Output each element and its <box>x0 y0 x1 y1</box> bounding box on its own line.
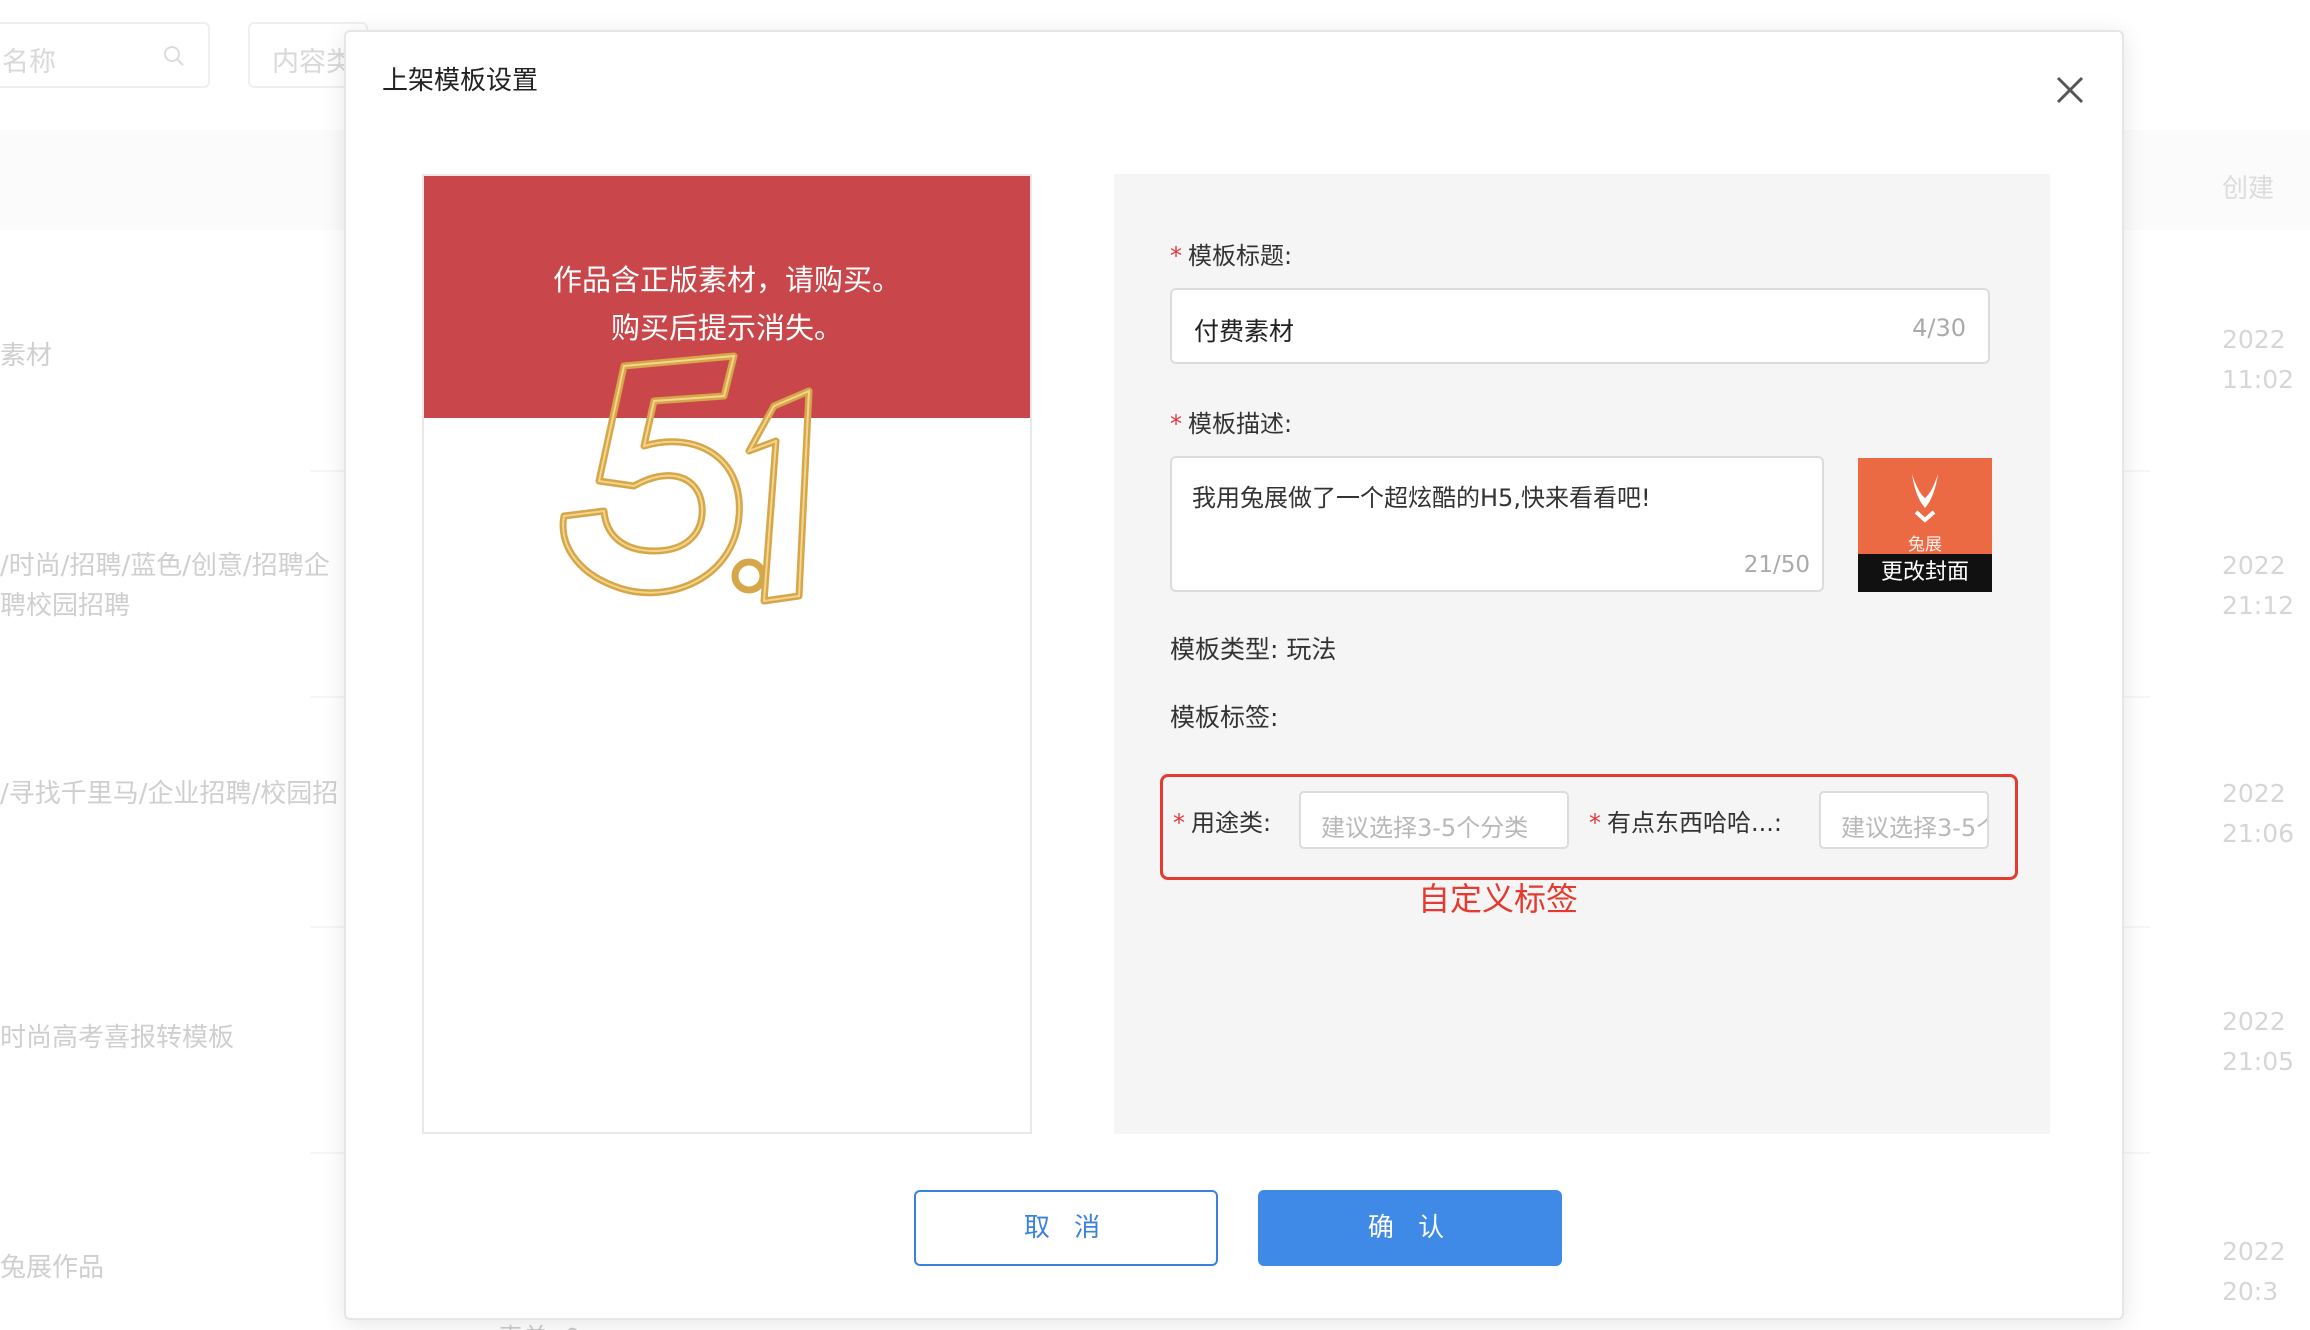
title-label: * 模板标题: <box>1170 236 1292 271</box>
template-preview: 作品含正版素材，请购买。 购买后提示消失。 <box>422 174 1032 1134</box>
tag-custom-select[interactable]: 建议选择3-5个分类 <box>1819 791 1989 849</box>
change-cover-label: 更改封面 <box>1858 554 1992 592</box>
description-value: 我用兔展做了一个超炫酷的H5,快来看看吧! <box>1192 484 1651 512</box>
bg-row-name: 兔展作品 <box>0 1253 105 1283</box>
close-button[interactable] <box>2046 66 2094 114</box>
notice-line-1: 作品含正版素材，请购买。 <box>552 263 901 297</box>
bg-row-time: 2022 20:3 <box>2222 1237 2286 1306</box>
required-mark: * <box>1170 410 1182 438</box>
copyright-notice-text: 作品含正版素材，请购买。 购买后提示消失。 <box>424 256 1030 352</box>
description-label-text: 模板描述: <box>1188 410 1293 438</box>
dialog-title: 上架模板设置 <box>382 66 539 96</box>
notice-line-2: 购买后提示消失。 <box>610 311 843 345</box>
type-value: 玩法 <box>1286 635 1337 664</box>
bg-row-time: 2022 21:05 <box>2222 1007 2295 1076</box>
custom-tags-caption: 自定义标签 <box>1418 880 1579 918</box>
search-icon <box>164 46 184 66</box>
bg-row-name: /寻找千里马/企业招聘/校园招 <box>0 779 339 809</box>
tag-usage-label-text: 用途类: <box>1191 809 1272 837</box>
bg-search-input: 名称 <box>0 22 210 88</box>
tag-usage-placeholder: 建议选择3-5个分类 <box>1321 814 1529 842</box>
description-label: * 模板描述: <box>1170 404 1292 439</box>
type-label: 模板类型: <box>1170 635 1279 664</box>
tag-custom-label: * 有点东西哈哈...: <box>1589 803 1782 838</box>
bg-row-time: 2022 21:06 <box>2222 779 2295 848</box>
custom-tags-highlight: *用途类: 建议选择3-5个分类 *有点东西哈哈...: 建议选择3-5个分类 <box>1160 774 2018 880</box>
required-mark: * <box>1170 242 1182 270</box>
publish-template-dialog: 上架模板设置 作品含正版素材，请购买。 购买后提示消失。 * 模板标题: 付费素… <box>344 30 2124 1320</box>
template-title-input[interactable]: 付费素材 4/30 <box>1170 288 1990 364</box>
tag-custom-label-text: 有点东西哈哈...: <box>1607 809 1782 837</box>
title-char-count: 4/30 <box>1912 314 1966 342</box>
required-mark: * <box>1589 809 1601 837</box>
close-icon <box>2056 76 2084 104</box>
template-settings-form: * 模板标题: 付费素材 4/30 * 模板描述: 我用兔展做了一个超炫酷的H5,快… <box>1114 174 2050 1134</box>
tag-usage-select[interactable]: 建议选择3-5个分类 <box>1299 791 1569 849</box>
title-label-text: 模板标题: <box>1188 242 1293 270</box>
bg-row-time: 2022 21:12 <box>2222 551 2295 620</box>
bg-filter-label: 内容类 <box>272 47 353 78</box>
bg-row-name: /时尚/招聘/蓝色/创意/招聘企 聘校园招聘 <box>0 551 330 621</box>
template-description-textarea[interactable]: 我用兔展做了一个超炫酷的H5,快来看看吧! 21/50 <box>1170 456 1824 592</box>
bg-row-name: 素材 <box>0 341 53 371</box>
description-char-count: 21/50 <box>1743 552 1810 578</box>
title-input-value: 付费素材 <box>1194 317 1295 346</box>
bg-col-created: 创建 <box>2222 174 2275 204</box>
change-cover-button[interactable]: 兔展 更改封面 <box>1858 458 1992 592</box>
bg-row-name: 时尚高考喜报转模板 <box>0 1023 235 1053</box>
rabbit-logo-icon <box>1912 474 1938 523</box>
tag-custom-placeholder: 建议选择3-5个分类 <box>1841 814 1987 842</box>
five-one-artwork <box>559 352 813 605</box>
bg-row-time: 2022 11:02 <box>2222 325 2295 394</box>
required-mark: * <box>1173 809 1185 837</box>
tag-usage-label: * 用途类: <box>1173 803 1271 838</box>
cover-brand-text: 兔展 <box>1908 535 1942 555</box>
tags-label: 模板标签: <box>1170 703 1279 732</box>
cancel-button[interactable]: 取 消 <box>914 1190 1218 1266</box>
template-type: 模板类型: 玩法 <box>1170 630 1336 666</box>
bg-search-placeholder: 名称 <box>2 47 56 78</box>
confirm-button[interactable]: 确 认 <box>1258 1190 1562 1266</box>
